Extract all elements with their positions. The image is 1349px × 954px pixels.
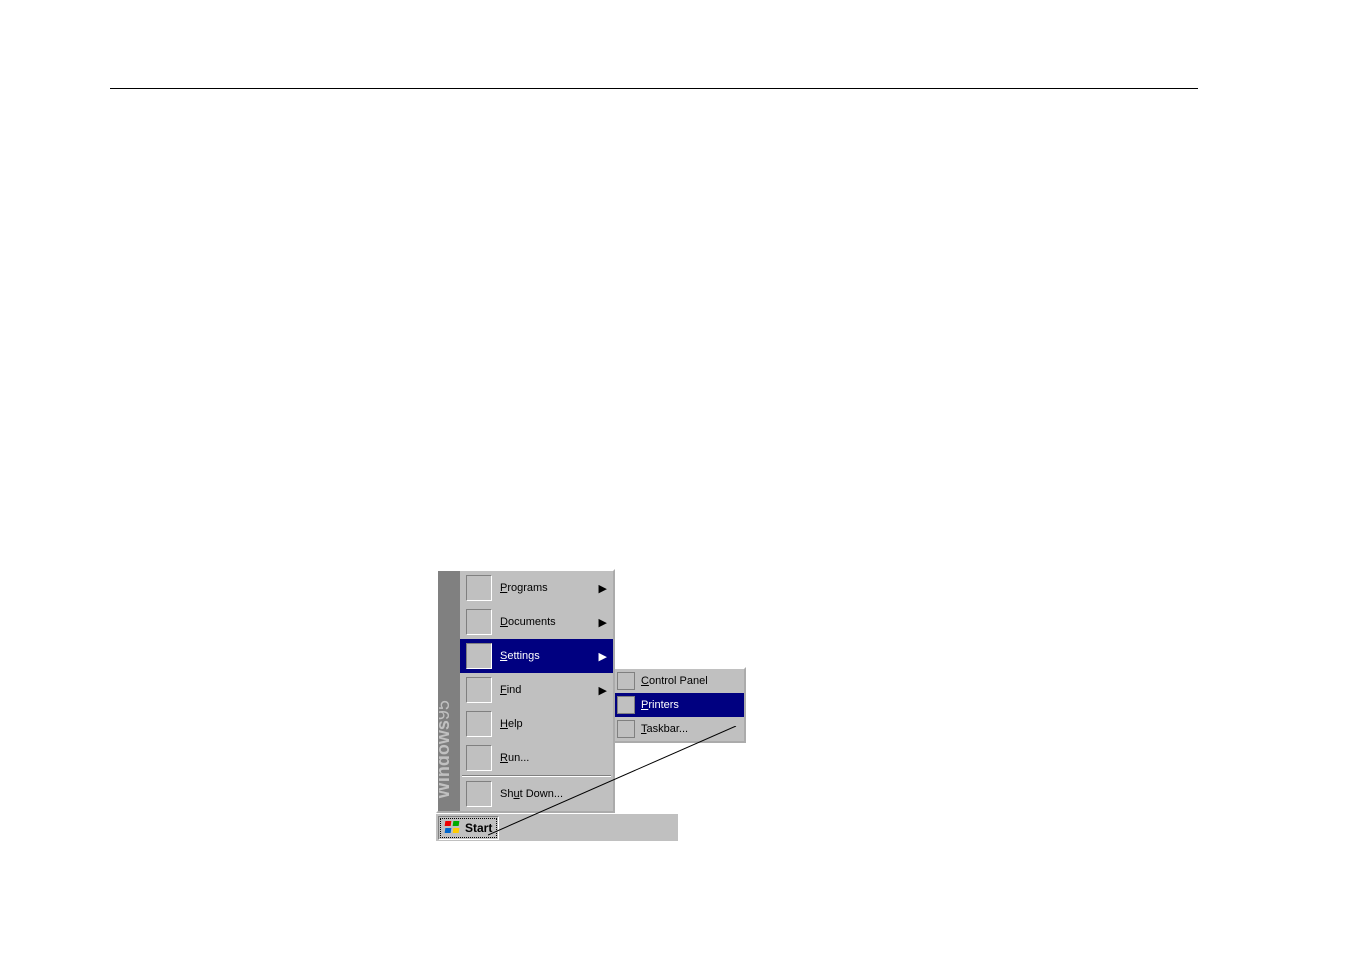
submenu-arrow-icon: ▶	[599, 616, 607, 629]
start-menu-item-label: Help	[500, 718, 523, 730]
start-menu-item-label: Find	[500, 684, 521, 696]
start-menu-screenshot: Control Panel Printers Taskbar... Window…	[436, 558, 678, 841]
submenu-item-control-panel[interactable]: Control Panel	[611, 669, 744, 693]
start-menu-item-label: Run...	[500, 752, 529, 764]
run-icon	[466, 745, 492, 771]
help-icon	[466, 711, 492, 737]
start-menu: Windows95 Programs ▶ Documents ▶ Setting…	[436, 569, 615, 813]
start-menu-item-shutdown[interactable]: Shut Down...	[460, 777, 613, 811]
page-rule	[110, 88, 1198, 89]
start-menu-brand-strip: Windows95	[438, 571, 460, 811]
start-menu-item-label: Programs	[500, 582, 548, 594]
control-panel-icon	[617, 672, 635, 690]
settings-submenu: Control Panel Printers Taskbar...	[609, 667, 746, 743]
submenu-arrow-icon: ▶	[599, 650, 607, 663]
taskbar: Start	[436, 813, 678, 841]
start-menu-item-run[interactable]: Run...	[460, 741, 613, 775]
submenu-item-label: Control Panel	[641, 675, 708, 687]
submenu-item-label: Taskbar...	[641, 723, 688, 735]
start-button-label: Start	[465, 821, 492, 835]
start-menu-item-programs[interactable]: Programs ▶	[460, 571, 613, 605]
find-icon	[466, 677, 492, 703]
shutdown-icon	[466, 781, 492, 807]
start-menu-item-label: Shut Down...	[500, 788, 563, 800]
submenu-item-label: Printers	[641, 699, 679, 711]
submenu-arrow-icon: ▶	[599, 582, 607, 595]
windows95-brand-text: Windows95	[439, 665, 459, 805]
start-menu-item-find[interactable]: Find ▶	[460, 673, 613, 707]
settings-icon	[466, 643, 492, 669]
start-menu-item-help[interactable]: Help	[460, 707, 613, 741]
submenu-arrow-icon: ▶	[599, 684, 607, 697]
submenu-item-printers[interactable]: Printers	[611, 693, 744, 717]
start-menu-item-label: Settings	[500, 650, 540, 662]
programs-icon	[466, 575, 492, 601]
start-menu-item-documents[interactable]: Documents ▶	[460, 605, 613, 639]
start-menu-item-label: Documents	[500, 616, 556, 628]
taskbar-icon	[617, 720, 635, 738]
documents-icon	[466, 609, 492, 635]
svg-text:Windows95: Windows95	[439, 700, 453, 799]
start-button[interactable]: Start	[438, 816, 499, 840]
windows-logo-icon	[445, 821, 461, 835]
start-menu-item-settings[interactable]: Settings ▶	[460, 639, 613, 673]
printers-icon	[617, 696, 635, 714]
start-menu-list: Programs ▶ Documents ▶ Settings ▶ Find ▶	[460, 571, 613, 811]
submenu-item-taskbar[interactable]: Taskbar...	[611, 717, 744, 741]
